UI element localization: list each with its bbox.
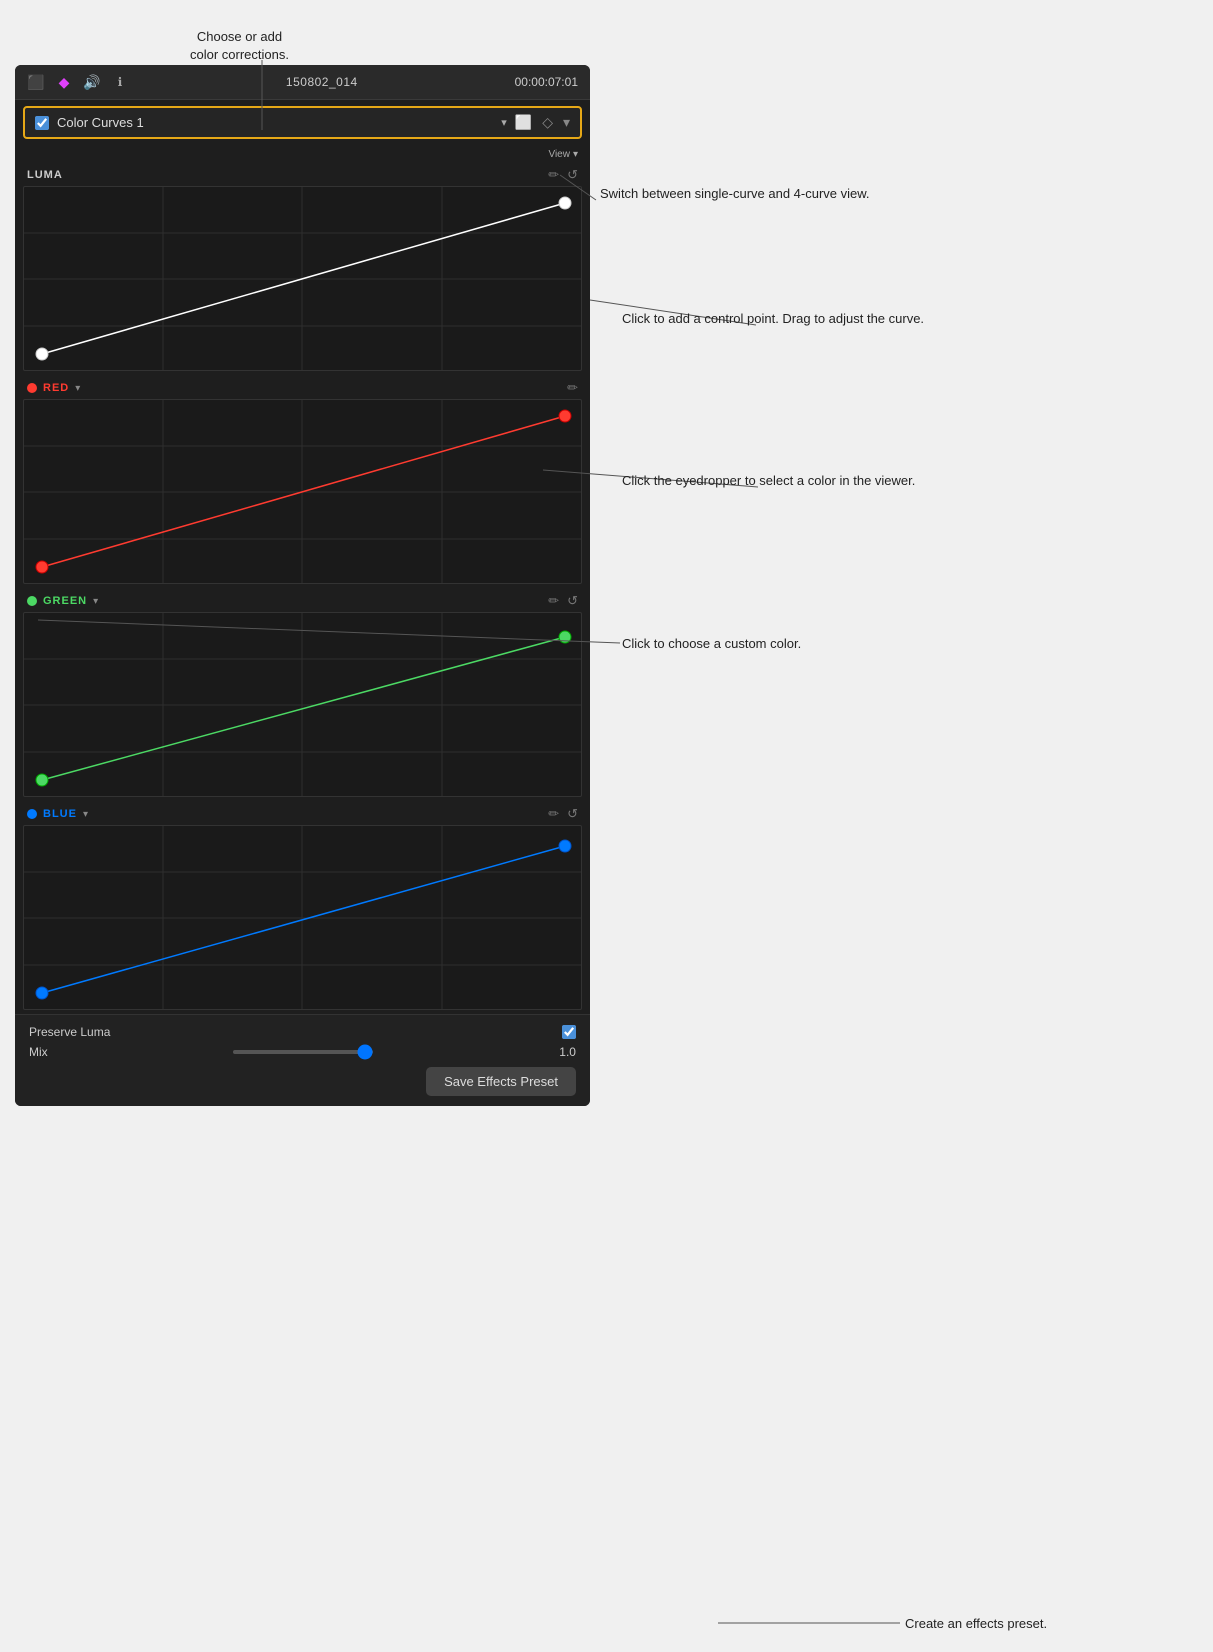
- red-dot: [27, 383, 37, 393]
- blue-curve-svg: [24, 826, 581, 1010]
- blue-reset-icon[interactable]: ↺: [567, 806, 578, 822]
- audio-icon[interactable]: 🔊: [83, 73, 101, 91]
- blue-tools: ✏ ↺: [548, 806, 578, 822]
- correction-icons: ⬜ ◇ ▾: [515, 114, 570, 131]
- clip-title: 150802_014: [139, 75, 505, 89]
- green-tools: ✏ ↺: [548, 593, 578, 609]
- luma-eyedropper-icon[interactable]: ✏: [548, 167, 559, 183]
- luma-curve-svg: [24, 187, 581, 371]
- annotation-choose-color: Choose or add color corrections.: [190, 10, 289, 65]
- toolbar: ⬛ ◆ 🔊 ℹ 150802_014 00:00:07:01: [15, 65, 590, 100]
- preserve-luma-row: Preserve Luma: [29, 1025, 576, 1039]
- blue-header: BLUE ▾ ✏ ↺: [23, 801, 582, 825]
- annotation-eyedropper: Click the eyedropper to select a color i…: [622, 472, 915, 490]
- expand-icon[interactable]: ▾: [563, 114, 570, 131]
- red-header: RED ▾ ✏: [23, 375, 582, 399]
- luma-label: LUMA: [27, 169, 63, 181]
- view-chevron-icon: ▾: [573, 149, 578, 160]
- red-tools: ✏: [567, 380, 578, 396]
- annotation-control-point: Click to add a control point. Drag to ad…: [622, 310, 924, 328]
- mix-slider[interactable]: [233, 1050, 373, 1054]
- green-chevron-icon[interactable]: ▾: [93, 596, 98, 607]
- info-icon[interactable]: ℹ: [111, 73, 129, 91]
- correction-chevron-icon[interactable]: ▾: [501, 116, 507, 129]
- annotation-single-curve: Switch between single-curve and 4-curve …: [600, 185, 870, 203]
- green-curve-svg: [24, 613, 581, 797]
- view-label: View: [548, 149, 570, 160]
- film-icon[interactable]: ⬛: [27, 73, 45, 91]
- red-chevron-icon[interactable]: ▾: [75, 383, 80, 394]
- luma-tools: ✏ ↺: [548, 167, 578, 183]
- mix-row: Mix 1.0: [29, 1045, 576, 1059]
- annotation-effects-preset: Create an effects preset.: [905, 1615, 1047, 1633]
- blue-eyedropper-icon[interactable]: ✏: [548, 806, 559, 822]
- luma-curve-section: LUMA ✏ ↺: [15, 162, 590, 375]
- mix-label: Mix: [29, 1045, 48, 1059]
- view-button[interactable]: View ▾: [548, 149, 578, 160]
- save-effects-preset-button[interactable]: Save Effects Preset: [426, 1067, 576, 1096]
- green-reset-icon[interactable]: ↺: [567, 593, 578, 609]
- green-curve-section: GREEN ▾ ✏ ↺: [15, 588, 590, 801]
- blue-curve-area[interactable]: [23, 825, 582, 1010]
- red-curve-area[interactable]: [23, 399, 582, 584]
- red-curve-section: RED ▾ ✏: [15, 375, 590, 588]
- preserve-luma-label: Preserve Luma: [29, 1025, 110, 1039]
- green-dot: [27, 596, 37, 606]
- blue-curve-section: BLUE ▾ ✏ ↺: [15, 801, 590, 1014]
- preserve-luma-checkbox[interactable]: [562, 1025, 576, 1039]
- green-label: GREEN: [43, 595, 87, 607]
- correction-enabled-checkbox[interactable]: [35, 116, 49, 130]
- clip-time: 00:00:07:01: [515, 75, 578, 89]
- color-curves-panel: ⬛ ◆ 🔊 ℹ 150802_014 00:00:07:01 Color Cur…: [15, 65, 590, 1106]
- green-header: GREEN ▾ ✏ ↺: [23, 588, 582, 612]
- annotation-custom-color: Click to choose a custom color.: [622, 635, 801, 653]
- blue-chevron-icon[interactable]: ▾: [83, 809, 88, 820]
- correction-selector: Color Curves 1 ▾ ⬜ ◇ ▾: [23, 106, 582, 139]
- view-row: View ▾: [15, 145, 590, 162]
- mask-icon[interactable]: ⬜: [515, 114, 532, 131]
- red-eyedropper-icon[interactable]: ✏: [567, 380, 578, 396]
- green-eyedropper-icon[interactable]: ✏: [548, 593, 559, 609]
- blue-dot: [27, 809, 37, 819]
- mix-value: 1.0: [559, 1045, 576, 1059]
- keyframe-icon[interactable]: ◇: [542, 114, 553, 131]
- red-label: RED: [43, 382, 69, 394]
- correction-name: Color Curves 1: [57, 115, 493, 130]
- bottom-bar: Preserve Luma Mix 1.0 Save Effects Prese…: [15, 1014, 590, 1106]
- color-icon[interactable]: ◆: [55, 73, 73, 91]
- main-container: ⬛ ◆ 🔊 ℹ 150802_014 00:00:07:01 Color Cur…: [0, 0, 1213, 1652]
- luma-reset-icon[interactable]: ↺: [567, 167, 578, 183]
- red-curve-svg: [24, 400, 581, 584]
- blue-label: BLUE: [43, 808, 77, 820]
- luma-curve-area[interactable]: [23, 186, 582, 371]
- luma-header: LUMA ✏ ↺: [23, 162, 582, 186]
- green-curve-area[interactable]: [23, 612, 582, 797]
